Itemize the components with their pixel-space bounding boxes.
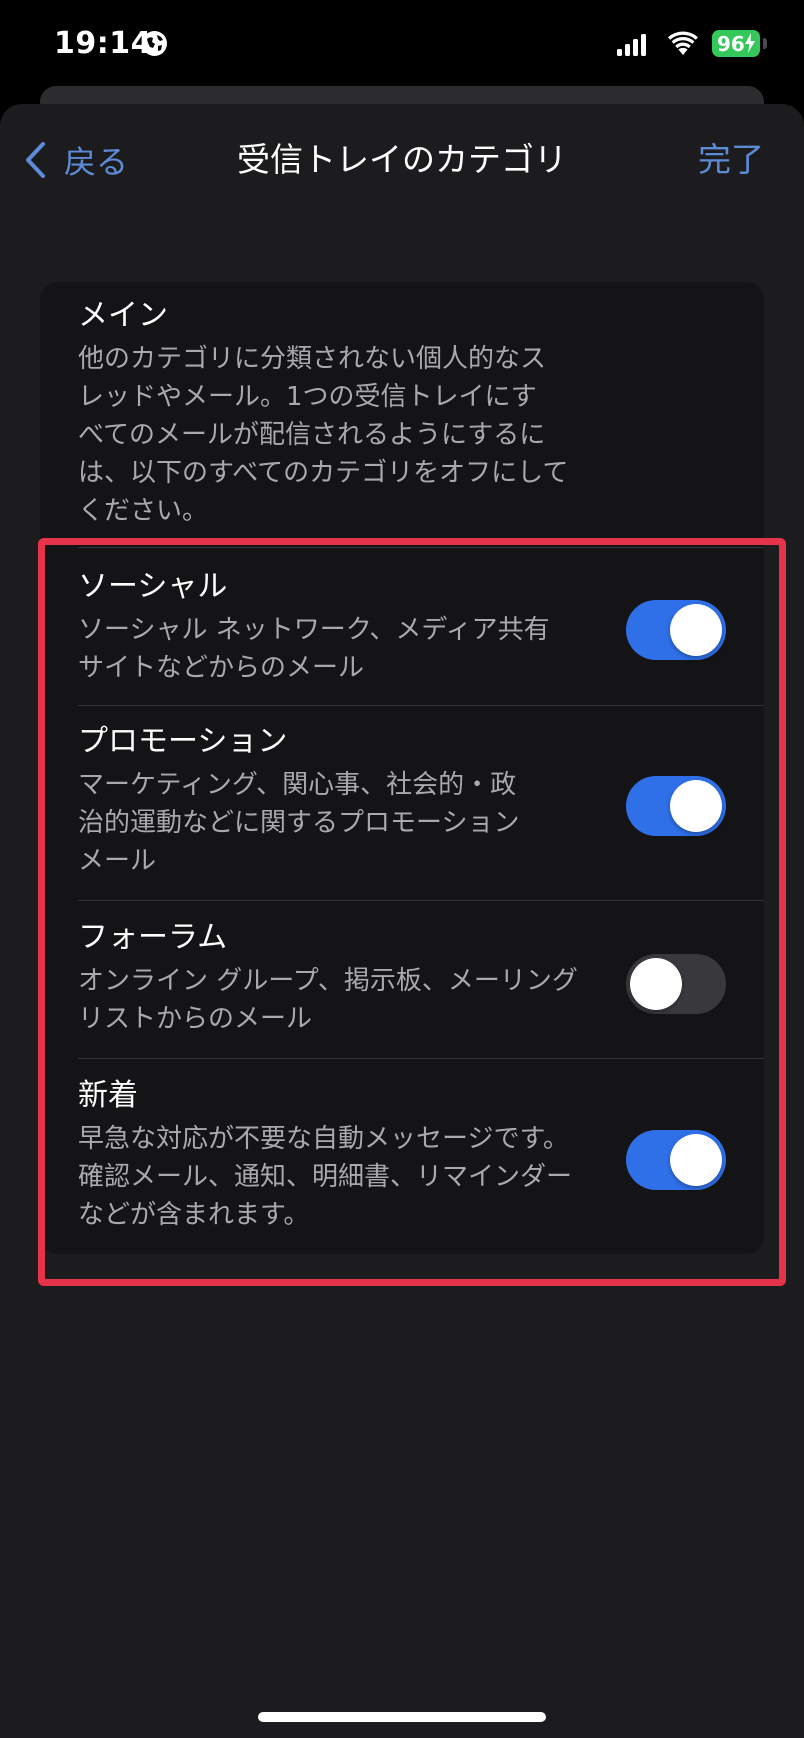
done-button[interactable]: 完了: [698, 136, 764, 184]
category-title: 新着: [78, 1078, 138, 1113]
battery-cap: [763, 38, 767, 49]
divider: [78, 547, 764, 548]
battery-indicator: 96: [712, 30, 760, 57]
toggle-updates[interactable]: [626, 1130, 726, 1190]
status-time: 19:14: [54, 26, 152, 61]
toggle-forums[interactable]: [626, 954, 726, 1014]
category-title: メイン: [78, 298, 168, 333]
category-title: プロモーション: [78, 724, 288, 759]
home-indicator[interactable]: [258, 1712, 546, 1722]
list-item-main: メイン 他のカテゴリに分類されない個人的なス レッドやメール。1つの受信トレイに…: [78, 296, 764, 530]
wifi-icon: [668, 31, 698, 55]
toggle-knob: [670, 780, 722, 832]
toggle-knob: [670, 604, 722, 656]
category-title: フォーラム: [78, 920, 228, 955]
category-description: 他のカテゴリに分類されない個人的なス レッドやメール。1つの受信トレイにす べて…: [78, 344, 569, 526]
charging-bolt-icon: [745, 33, 755, 53]
toggle-knob: [630, 958, 682, 1010]
category-list-card: メイン 他のカテゴリに分類されない個人的なス レッドやメール。1つの受信トレイに…: [40, 282, 764, 1254]
screen: 19:14 96 戻る 受信トレイのカテゴリ 完了 メイン 他のカテゴリに分類さ…: [0, 0, 804, 1738]
page-title: 受信トレイのカテゴリ: [237, 140, 567, 179]
divider: [78, 900, 764, 901]
toggle-social[interactable]: [626, 600, 726, 660]
divider: [78, 705, 764, 706]
battery-level: 96: [717, 31, 745, 56]
status-bar: 19:14 96: [0, 0, 804, 90]
divider: [78, 1058, 764, 1059]
toggle-knob: [670, 1134, 722, 1186]
globe-icon: [142, 31, 167, 56]
signal-icon: [617, 34, 646, 56]
toggle-promotions[interactable]: [626, 776, 726, 836]
